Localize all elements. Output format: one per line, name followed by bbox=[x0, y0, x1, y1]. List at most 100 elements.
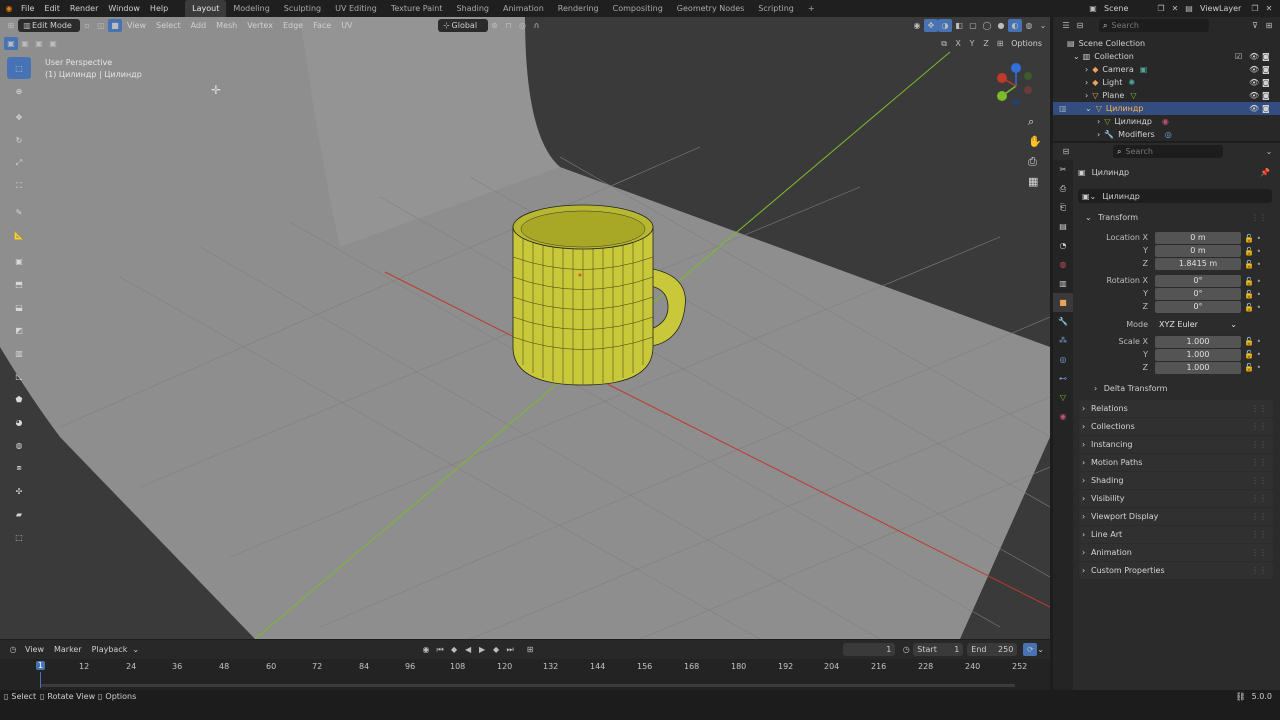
menu-mesh[interactable]: Mesh bbox=[211, 17, 242, 34]
mirror-x-toggle[interactable]: X bbox=[951, 37, 965, 50]
poly-build-tool-icon[interactable]: ⬟ bbox=[7, 388, 31, 410]
lock-icon[interactable]: 🔓 • bbox=[1244, 301, 1270, 314]
mirror-y-toggle[interactable]: Y bbox=[965, 37, 979, 50]
scene-selector[interactable]: Scene bbox=[1100, 2, 1154, 15]
end-frame-field[interactable]: End 250 bbox=[967, 643, 1018, 656]
panel-instancing[interactable]: › Instancing ⋮⋮ bbox=[1079, 436, 1273, 453]
eye-icon[interactable]: 👁 bbox=[1249, 63, 1259, 76]
new-view-layer-icon[interactable]: ❐ bbox=[1248, 2, 1262, 15]
blender-logo-icon[interactable]: ◉ bbox=[2, 2, 16, 15]
eye-icon[interactable]: 👁 bbox=[1249, 89, 1259, 102]
expand-chevron-icon[interactable]: › bbox=[1097, 115, 1100, 128]
tab-shading[interactable]: Shading bbox=[449, 0, 496, 17]
tab-geometry-nodes[interactable]: Geometry Nodes bbox=[670, 0, 751, 17]
navigation-gizmo[interactable] bbox=[992, 62, 1042, 112]
spin-tool-icon[interactable]: ◕ bbox=[7, 411, 31, 433]
location-x-field[interactable]: 0 m bbox=[1155, 232, 1241, 244]
collapse-chevron-icon[interactable]: ⌄ bbox=[1073, 50, 1080, 63]
rendered-shading-icon[interactable]: ◍ bbox=[1022, 19, 1036, 32]
menu-file[interactable]: File bbox=[16, 0, 39, 17]
tab-layout[interactable]: Layout bbox=[185, 0, 227, 17]
shear-tool-icon[interactable]: ▰ bbox=[7, 503, 31, 525]
move-tool-icon[interactable]: ✥ bbox=[7, 106, 31, 128]
eye-icon[interactable]: 👁 bbox=[1249, 76, 1259, 89]
tab-animation[interactable]: Animation bbox=[496, 0, 551, 17]
outliner-child-mesh[interactable]: › ▽ Цилиндр ◉ bbox=[1053, 115, 1280, 128]
tab-sculpting[interactable]: Sculpting bbox=[277, 0, 328, 17]
menu-view[interactable]: View bbox=[122, 17, 151, 34]
new-collection-icon[interactable]: ⊞ bbox=[1262, 19, 1276, 32]
gizmo-icon[interactable]: ✥ bbox=[924, 19, 938, 32]
expand-chevron-icon[interactable]: › bbox=[1085, 89, 1088, 102]
location-z-field[interactable]: 1.8415 m bbox=[1155, 258, 1241, 270]
vertex-select-icon[interactable]: ▫ bbox=[80, 19, 94, 32]
knife-tool-icon[interactable]: ◺ bbox=[7, 365, 31, 387]
delete-scene-icon[interactable]: ✕ bbox=[1168, 2, 1182, 15]
next-keyframe-icon[interactable]: ◆ bbox=[489, 643, 503, 656]
annotate-tool-icon[interactable]: ✎ bbox=[7, 201, 31, 223]
timeline-menu-playback[interactable]: Playback bbox=[87, 641, 133, 658]
play-icon[interactable]: ▶ bbox=[475, 643, 489, 656]
collapse-chevron-icon[interactable]: ⌄ bbox=[1085, 102, 1092, 115]
xray-icon[interactable]: ▢ bbox=[966, 19, 980, 32]
properties-search-field[interactable]: ⌕ Search bbox=[1113, 145, 1223, 158]
camera-render-icon[interactable]: ◙ bbox=[1262, 102, 1270, 115]
3d-viewport[interactable]: ⊞ ▥ Edit Mode ▫ ◫ ■ View Select Add Mesh… bbox=[0, 17, 1050, 639]
collection-checkbox[interactable]: ☑ bbox=[1235, 50, 1242, 63]
jump-start-icon[interactable]: ⏮ bbox=[433, 643, 447, 656]
scale-tool-icon[interactable]: ⤢ bbox=[7, 152, 31, 174]
drag-handle-icon[interactable]: ⋮⋮ bbox=[1251, 211, 1267, 225]
auto-merge-icon[interactable]: ⊞ bbox=[993, 37, 1007, 50]
panel-motion-paths[interactable]: › Motion Paths ⋮⋮ bbox=[1079, 454, 1273, 471]
select-subtract-icon[interactable]: ▣ bbox=[32, 37, 46, 50]
timeline-editor-icon[interactable]: ◷ bbox=[6, 643, 20, 656]
falloff-icon[interactable]: ∩ bbox=[530, 19, 544, 32]
smooth-tool-icon[interactable]: ◍ bbox=[7, 434, 31, 456]
play-reverse-icon[interactable]: ◀ bbox=[461, 643, 475, 656]
drag-handle-icon[interactable]: ⋮⋮ bbox=[1251, 418, 1267, 435]
pivot-icon[interactable]: ⊛ bbox=[488, 19, 502, 32]
chevron-down-icon[interactable]: ⌄ bbox=[1037, 645, 1044, 654]
outliner-search-field[interactable]: ⌕ Search bbox=[1099, 19, 1209, 32]
menu-edit[interactable]: Edit bbox=[39, 0, 65, 17]
sync-icon[interactable]: ⟳ bbox=[1023, 643, 1038, 656]
properties-editor-icon[interactable]: ⊟ bbox=[1059, 145, 1073, 158]
drag-handle-icon[interactable]: ⋮⋮ bbox=[1251, 400, 1267, 417]
mesh-overlay-icon[interactable]: ◧ bbox=[952, 19, 966, 32]
rotation-y-field[interactable]: 0° bbox=[1155, 288, 1241, 300]
menu-face[interactable]: Face bbox=[308, 17, 336, 34]
collection-row[interactable]: ⌄ ▥ Collection ☑ 👁 ◙ bbox=[1053, 50, 1280, 63]
menu-edge[interactable]: Edge bbox=[278, 17, 308, 34]
orientation-selector[interactable]: ⊹ Global bbox=[437, 19, 488, 32]
bevel-tool-icon[interactable]: ◩ bbox=[7, 319, 31, 341]
tab-uv-editing[interactable]: UV Editing bbox=[328, 0, 384, 17]
editor-type-icon[interactable]: ⊞ bbox=[4, 19, 18, 32]
timeline-menu-marker[interactable]: Marker bbox=[49, 641, 87, 658]
scale-y-field[interactable]: 1.000 bbox=[1155, 349, 1241, 361]
drag-handle-icon[interactable]: ⋮⋮ bbox=[1251, 562, 1267, 579]
tab-rendering[interactable]: Rendering bbox=[551, 0, 606, 17]
camera-render-icon[interactable]: ◙ bbox=[1262, 63, 1270, 76]
menu-add[interactable]: Add bbox=[186, 17, 212, 34]
mirror-icon[interactable]: ⧉ bbox=[937, 37, 951, 50]
wireframe-shading-icon[interactable]: ◯ bbox=[980, 19, 994, 32]
location-y-field[interactable]: 0 m bbox=[1155, 245, 1241, 257]
output-tab-icon[interactable]: ⎗ bbox=[1053, 198, 1073, 217]
data-tab-icon[interactable]: ▽ bbox=[1053, 388, 1073, 407]
pin-icon[interactable]: 📌 bbox=[1260, 168, 1270, 177]
perspective-grid-icon[interactable]: ▦ bbox=[1028, 175, 1038, 188]
menu-select[interactable]: Select bbox=[151, 17, 186, 34]
rotate-tool-icon[interactable]: ↻ bbox=[7, 129, 31, 151]
outliner-editor-icon[interactable]: ☰ bbox=[1059, 19, 1073, 32]
drag-handle-icon[interactable]: ⋮⋮ bbox=[1251, 490, 1267, 507]
panel-custom-properties[interactable]: › Custom Properties ⋮⋮ bbox=[1079, 562, 1273, 579]
scale-z-field[interactable]: 1.000 bbox=[1155, 362, 1241, 374]
panel-shading[interactable]: › Shading ⋮⋮ bbox=[1079, 472, 1273, 489]
shading-options-icon[interactable]: ⌄ bbox=[1036, 19, 1050, 32]
lock-icon[interactable]: 🔓 • bbox=[1244, 288, 1270, 301]
render-tab-icon[interactable]: ⎙ bbox=[1053, 179, 1073, 198]
eye-icon[interactable]: 👁 bbox=[1249, 102, 1259, 115]
playhead[interactable]: 1 bbox=[36, 661, 46, 670]
panel-viewport-display[interactable]: › Viewport Display ⋮⋮ bbox=[1079, 508, 1273, 525]
mode-selector[interactable]: ▥ Edit Mode bbox=[18, 19, 80, 32]
